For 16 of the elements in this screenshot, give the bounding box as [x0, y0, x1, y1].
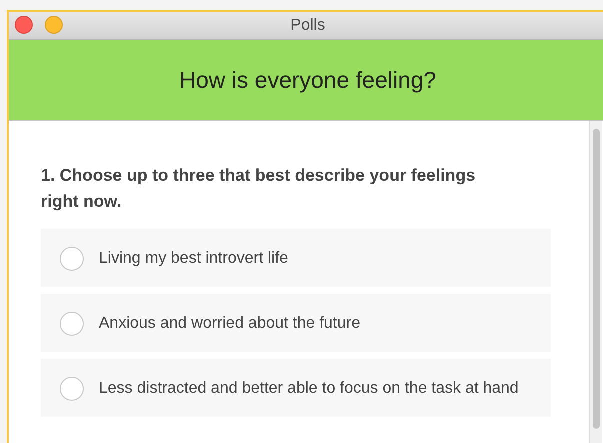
- radio-button[interactable]: [60, 247, 84, 271]
- radio-button[interactable]: [60, 377, 84, 401]
- question-text: 1. Choose up to three that best describe your feelings right now.: [41, 165, 477, 213]
- answer-option[interactable]: Living my best introvert life: [41, 229, 551, 287]
- close-button[interactable]: [15, 16, 33, 34]
- minimize-button[interactable]: [45, 16, 63, 34]
- poll-title: How is everyone feeling?: [180, 66, 436, 94]
- answer-option[interactable]: Anxious and worried about the future: [41, 294, 551, 352]
- answer-option[interactable]: Less distracted and better able to focus on the task at hand: [41, 359, 551, 417]
- scroll-thumb[interactable]: [592, 129, 600, 429]
- option-label: Anxious and worried about the future: [99, 314, 362, 334]
- option-label: Less distracted and better able to focus on the task at hand: [99, 379, 519, 399]
- scrollbar[interactable]: [590, 121, 602, 443]
- option-label: Living my best introvert life: [99, 249, 290, 269]
- radio-button[interactable]: [60, 312, 84, 336]
- window-title: Polls: [290, 16, 326, 34]
